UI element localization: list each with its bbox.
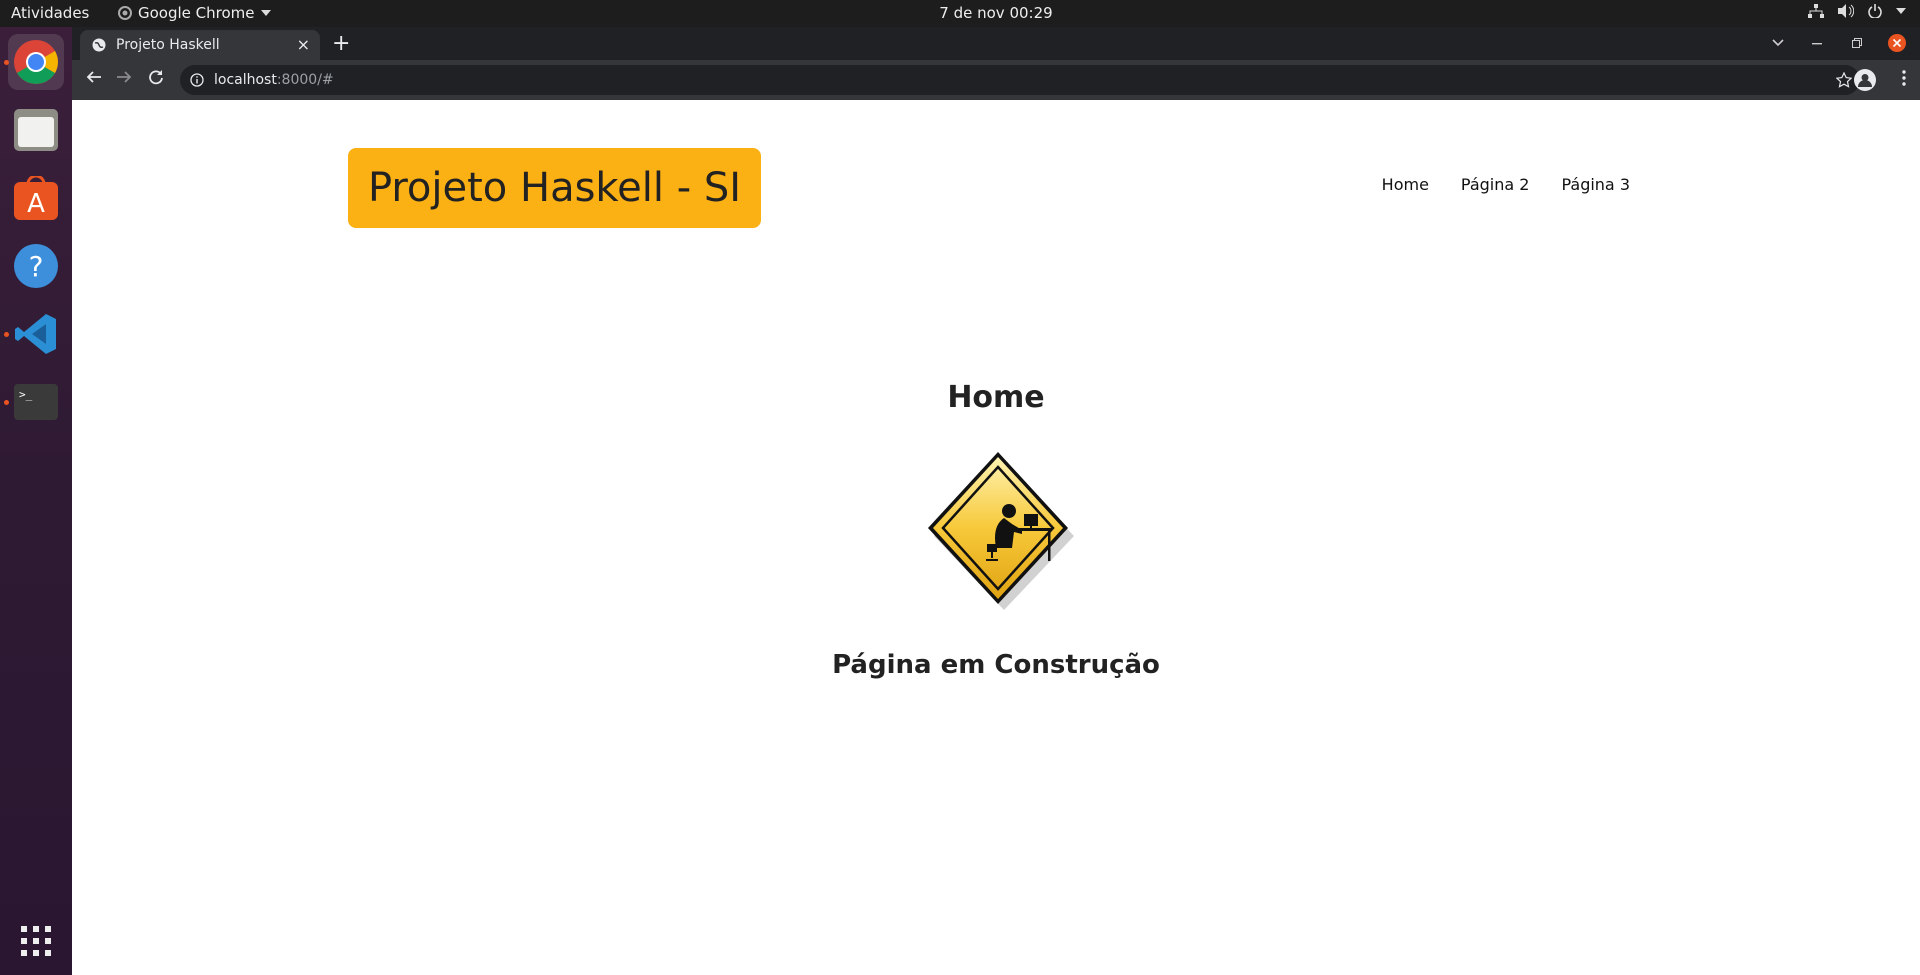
bookmark-star-icon[interactable]: [1836, 72, 1852, 88]
dock-files[interactable]: [8, 102, 64, 158]
vscode-icon: [15, 314, 56, 354]
info-icon[interactable]: [190, 73, 204, 87]
dock-terminal[interactable]: >_: [8, 374, 64, 430]
svg-text:?: ?: [29, 250, 44, 283]
site-brand[interactable]: Projeto Haskell - SI: [348, 148, 761, 228]
browser-chrome: Projeto Haskell × + localhost:8000/#: [72, 27, 1920, 100]
system-menu-arrow-icon: [1896, 8, 1906, 14]
tab-search-icon[interactable]: [1772, 39, 1784, 47]
nav-home[interactable]: Home: [1382, 175, 1429, 194]
chrome-icon: [14, 40, 58, 84]
tab-close-icon[interactable]: ×: [297, 35, 310, 54]
nav-pagina-2[interactable]: Página 2: [1461, 175, 1530, 194]
svg-text:>_: >_: [19, 388, 33, 401]
network-icon: [1808, 4, 1824, 18]
back-icon[interactable]: [86, 69, 102, 85]
profile-avatar-icon[interactable]: [1854, 69, 1876, 91]
volume-icon: [1838, 4, 1854, 18]
dock-chrome[interactable]: [8, 34, 64, 90]
software-icon: A: [14, 176, 58, 220]
help-icon: ?: [14, 244, 58, 288]
dock-software[interactable]: A: [8, 170, 64, 226]
site-nav: Home Página 2 Página 3: [1382, 175, 1630, 194]
tab-title: Projeto Haskell: [116, 37, 220, 53]
browser-toolbar: localhost:8000/#: [72, 60, 1920, 100]
under-construction-sign-icon: [928, 452, 1074, 610]
tab-projeto-haskell[interactable]: Projeto Haskell ×: [80, 30, 320, 60]
reload-icon[interactable]: [148, 69, 164, 85]
apps-grid-icon: [21, 926, 51, 956]
files-icon: [14, 109, 58, 151]
kebab-menu-icon[interactable]: [1902, 70, 1906, 86]
dock-vscode[interactable]: [8, 306, 64, 362]
web-page: Projeto Haskell - SI Home Página 2 Págin…: [72, 100, 1920, 975]
nav-pagina-3[interactable]: Página 3: [1561, 175, 1630, 194]
system-top-bar: Atividades Google Chrome 7 de nov 00:29: [0, 0, 1920, 27]
minimize-icon[interactable]: [1812, 43, 1822, 45]
show-apps-button[interactable]: [8, 913, 64, 969]
dock-help[interactable]: ?: [8, 238, 64, 294]
power-icon: [1868, 4, 1882, 18]
tab-strip: Projeto Haskell × +: [72, 27, 1920, 60]
url-text: localhost:8000/#: [214, 72, 334, 88]
page-subtitle: Página em Construção: [832, 650, 1160, 680]
address-bar[interactable]: localhost:8000/#: [180, 65, 1860, 95]
restore-icon[interactable]: [1852, 38, 1862, 48]
forward-icon[interactable]: [116, 69, 132, 85]
terminal-icon: >_: [14, 384, 58, 420]
globe-icon: [92, 38, 106, 52]
svg-text:A: A: [27, 189, 45, 219]
dock: A ? >_: [0, 27, 72, 975]
new-tab-button[interactable]: +: [332, 31, 350, 56]
page-heading: Home: [947, 380, 1045, 415]
url-host: localhost: [214, 72, 277, 88]
clock[interactable]: 7 de nov 00:29: [0, 4, 1920, 22]
url-path: :8000/#: [276, 72, 334, 88]
system-tray[interactable]: [1808, 4, 1906, 18]
close-window-icon[interactable]: [1888, 34, 1906, 52]
